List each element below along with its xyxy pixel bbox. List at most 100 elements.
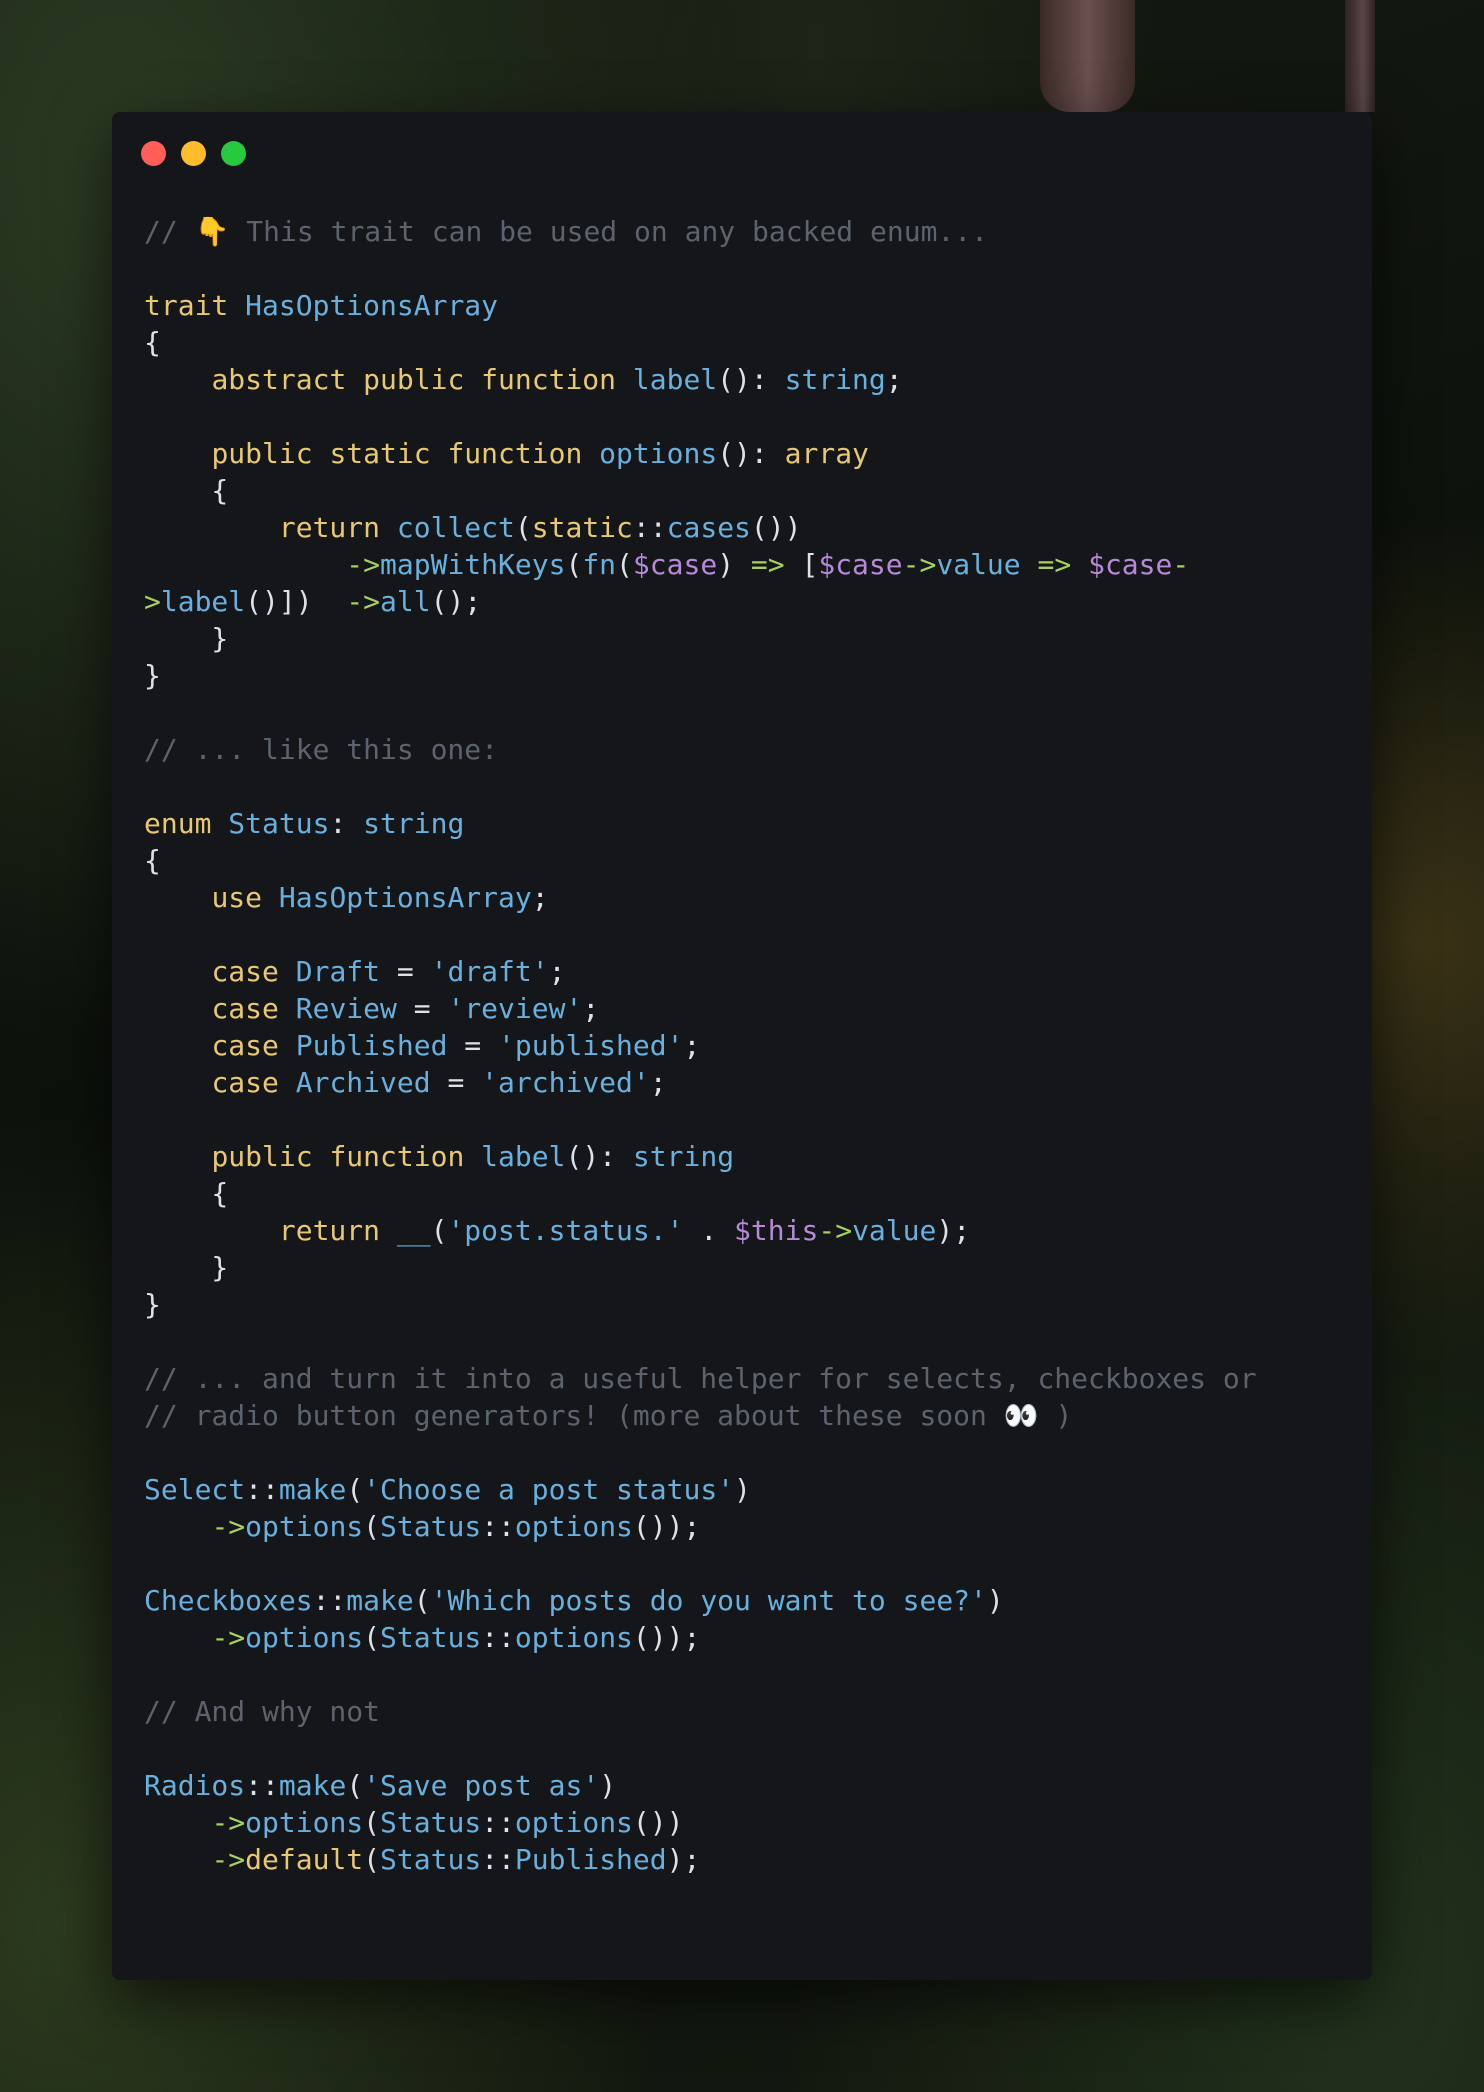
code-token: options (599, 437, 718, 470)
code-token: default (245, 1843, 364, 1876)
code-line: >label()]) ->all(); (144, 583, 1257, 620)
code-token: ); (666, 1843, 701, 1876)
code-token: HasOptionsArray (245, 289, 499, 322)
code-token: 'Save post as' (363, 1769, 600, 1802)
code-token: static (531, 511, 633, 544)
code-line: // ... like this one: (144, 731, 1257, 768)
code-token: } (144, 1251, 229, 1284)
window-controls (141, 141, 246, 166)
code-line: Checkboxes::make('Which posts do you wan… (144, 1582, 1257, 1619)
code-token: abstract public function (211, 363, 617, 396)
code-token: (): (717, 437, 785, 470)
code-line: Select::make('Choose a post status') (144, 1471, 1257, 1508)
code-line: case Draft = 'draft'; (144, 953, 1257, 990)
close-button[interactable] (141, 141, 166, 166)
code-token: Status (380, 1510, 482, 1543)
code-line: // And why not (144, 1693, 1257, 1730)
code-token: 'draft' (430, 955, 549, 988)
code-token: value (936, 548, 1021, 581)
minimize-button[interactable] (181, 141, 206, 166)
code-token: options (514, 1510, 633, 1543)
code-token: ( (430, 1214, 448, 1247)
code-line: } (144, 1286, 1257, 1323)
code-token: :: (245, 1769, 279, 1802)
code-token: Status (228, 807, 330, 840)
code-line: ->options(Status::options()) (144, 1804, 1257, 1841)
code-token: label (632, 363, 718, 396)
code-token: ) (734, 1473, 751, 1506)
code-token: $case (632, 548, 718, 581)
code-line: Radios::make('Save post as') (144, 1767, 1257, 1804)
code-token: : (329, 807, 364, 840)
code-token: :: (312, 1584, 347, 1617)
code-token: => (1037, 548, 1072, 581)
code-token: ()); (632, 1510, 701, 1543)
code-token: all (380, 585, 431, 618)
code-line: } (144, 620, 1257, 657)
code-token: Status (380, 1806, 482, 1839)
code-token: options (514, 1806, 633, 1839)
code-token: ( (363, 1621, 381, 1654)
code-token: options (245, 1806, 364, 1839)
code-token: // ... and turn it into a useful helper … (144, 1362, 1257, 1395)
code-token: HasOptionsArray (278, 881, 532, 914)
code-window: // 👇 This trait can be used on any backe… (112, 112, 1372, 1980)
code-token: ( (413, 1584, 431, 1617)
code-token: -> (902, 548, 937, 581)
code-token: (); (430, 585, 482, 618)
maximize-button[interactable] (221, 141, 246, 166)
code-line: { (144, 1175, 1257, 1212)
code-line: ->mapWithKeys(fn($case) => [$case->value… (144, 546, 1257, 583)
code-token: ()) (632, 1806, 684, 1839)
code-token: :: (481, 1621, 515, 1654)
background-tree-trunk-small (1345, 0, 1375, 112)
code-token: collect (396, 511, 515, 544)
code-line: } (144, 657, 1257, 694)
code-line: return collect(static::cases()) (144, 509, 1257, 546)
code-token: { (144, 474, 229, 507)
code-token: __ (396, 1214, 431, 1247)
code-block: // 👇 This trait can be used on any backe… (144, 213, 1257, 1878)
code-token: 'archived' (481, 1066, 650, 1099)
code-line: case Archived = 'archived'; (144, 1064, 1257, 1101)
code-token: trait (144, 289, 229, 322)
code-token: fn (582, 548, 617, 581)
code-token: $case (1088, 548, 1173, 581)
code-line: { (144, 472, 1257, 509)
code-line: // ... and turn it into a useful helper … (144, 1360, 1257, 1397)
code-token: { (144, 844, 161, 877)
code-token: Status (380, 1621, 482, 1654)
code-token: 'review' (447, 992, 583, 1025)
code-token: ()]) (245, 585, 347, 618)
code-token: -> (818, 1214, 853, 1247)
code-token: => (750, 548, 785, 581)
code-token: // 👇 This trait can be used on any backe… (144, 215, 989, 248)
code-token: ; (649, 1066, 667, 1099)
code-line: // 👇 This trait can be used on any backe… (144, 213, 1257, 250)
code-token: Archived (295, 1066, 431, 1099)
code-token: ; (885, 363, 903, 396)
code-token: // ... like this one: (144, 733, 499, 766)
code-line: case Published = 'published'; (144, 1027, 1257, 1064)
code-token: ( (363, 1806, 381, 1839)
code-token: $this (734, 1214, 819, 1247)
code-token: 'Which posts do you want to see?' (430, 1584, 987, 1617)
code-token: use (211, 881, 263, 914)
